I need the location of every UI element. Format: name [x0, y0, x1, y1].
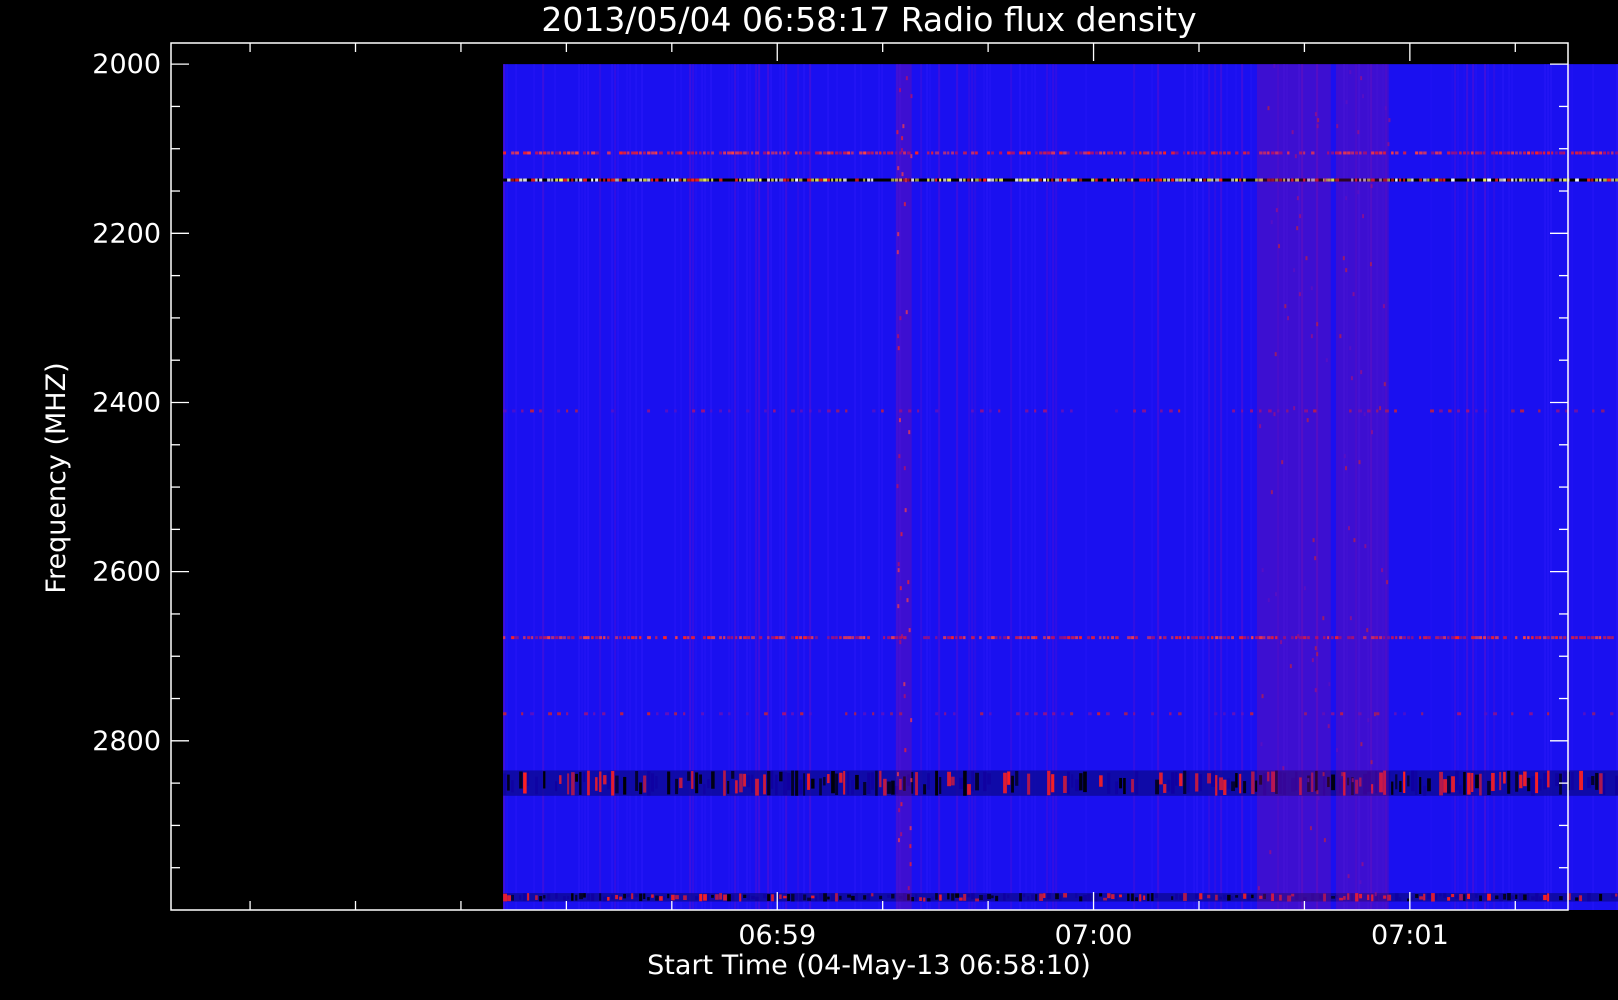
x-tick-label: 07:00: [1055, 920, 1133, 951]
heatmap-feature-vband-7: [895, 64, 913, 910]
y-tick-label: 2200: [92, 218, 161, 249]
x-tick-label: 07:01: [1371, 920, 1449, 951]
heatmap-feature-hband-6: [503, 893, 1618, 902]
spectrogram-chart: 2013/05/04 06:58:17 Radio flux density 2…: [0, 0, 1618, 1000]
y-tick-label: 2400: [92, 387, 161, 418]
y-tick-label: 2000: [92, 49, 161, 80]
y-tick-label: 2800: [92, 726, 161, 757]
heatmap-feature-hband-5: [503, 770, 1618, 796]
heatmap-feature-vband-9: [1336, 64, 1391, 910]
y-tick-label: 2600: [92, 557, 161, 588]
chart-title: 2013/05/04 06:58:17 Radio flux density: [541, 0, 1196, 39]
y-axis-label: Frequency (MHZ): [41, 362, 72, 593]
x-tick-label: 06:59: [738, 920, 816, 951]
x-axis-label: Start Time (04-May-13 06:58:10): [647, 950, 1091, 981]
heatmap-feature-vband-8: [1256, 64, 1331, 910]
heatmap: [503, 64, 1618, 910]
heatmap-feature-hband-0: [503, 178, 1618, 182]
